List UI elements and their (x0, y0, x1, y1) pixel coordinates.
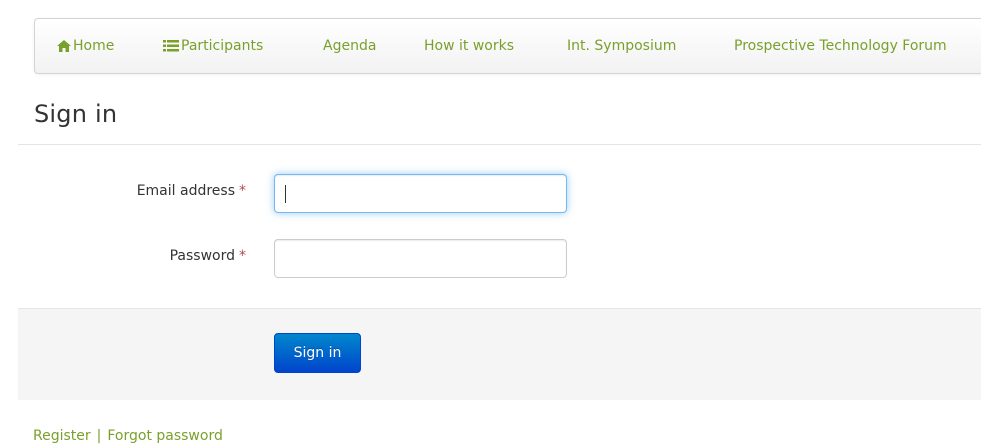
home-icon (57, 40, 71, 52)
nav-item-label: Int. Symposium (567, 38, 677, 54)
nav-item-label: Home (73, 38, 115, 54)
link-separator: | (96, 428, 102, 444)
top-navbar: Home Participants Agenda How it works In… (34, 18, 981, 74)
email-field[interactable] (274, 174, 567, 213)
nav-item-label: Participants (181, 38, 264, 54)
nav-item-agenda[interactable]: Agenda (323, 19, 376, 73)
register-link[interactable]: Register (33, 428, 91, 444)
nav-item-how-it-works[interactable]: How it works (424, 19, 514, 73)
nav-item-label: How it works (424, 38, 514, 54)
required-marker: * (239, 248, 246, 264)
footer-links: Register | Forgot password (33, 428, 223, 444)
required-marker: * (239, 183, 246, 199)
password-label: Password * (36, 248, 246, 264)
title-divider (18, 144, 981, 145)
nav-item-label: Prospective Technology Forum (734, 38, 947, 54)
email-label: Email address * (36, 183, 246, 199)
text-cursor (285, 185, 286, 203)
password-label-text: Password (169, 248, 235, 264)
forgot-password-link[interactable]: Forgot password (107, 428, 223, 444)
nav-item-int-symposium[interactable]: Int. Symposium (567, 19, 676, 73)
list-icon (163, 40, 179, 52)
email-label-text: Email address (136, 183, 235, 199)
page-title: Sign in (34, 100, 118, 128)
sign-in-button[interactable]: Sign in (274, 333, 361, 373)
nav-item-participants[interactable]: Participants (163, 19, 263, 73)
nav-item-home[interactable]: Home (57, 19, 114, 73)
nav-item-prospective-technology-forum[interactable]: Prospective Technology Forum (734, 19, 947, 73)
form-actions-panel (18, 308, 981, 400)
password-field[interactable] (274, 239, 567, 278)
nav-item-label: Agenda (323, 38, 377, 54)
